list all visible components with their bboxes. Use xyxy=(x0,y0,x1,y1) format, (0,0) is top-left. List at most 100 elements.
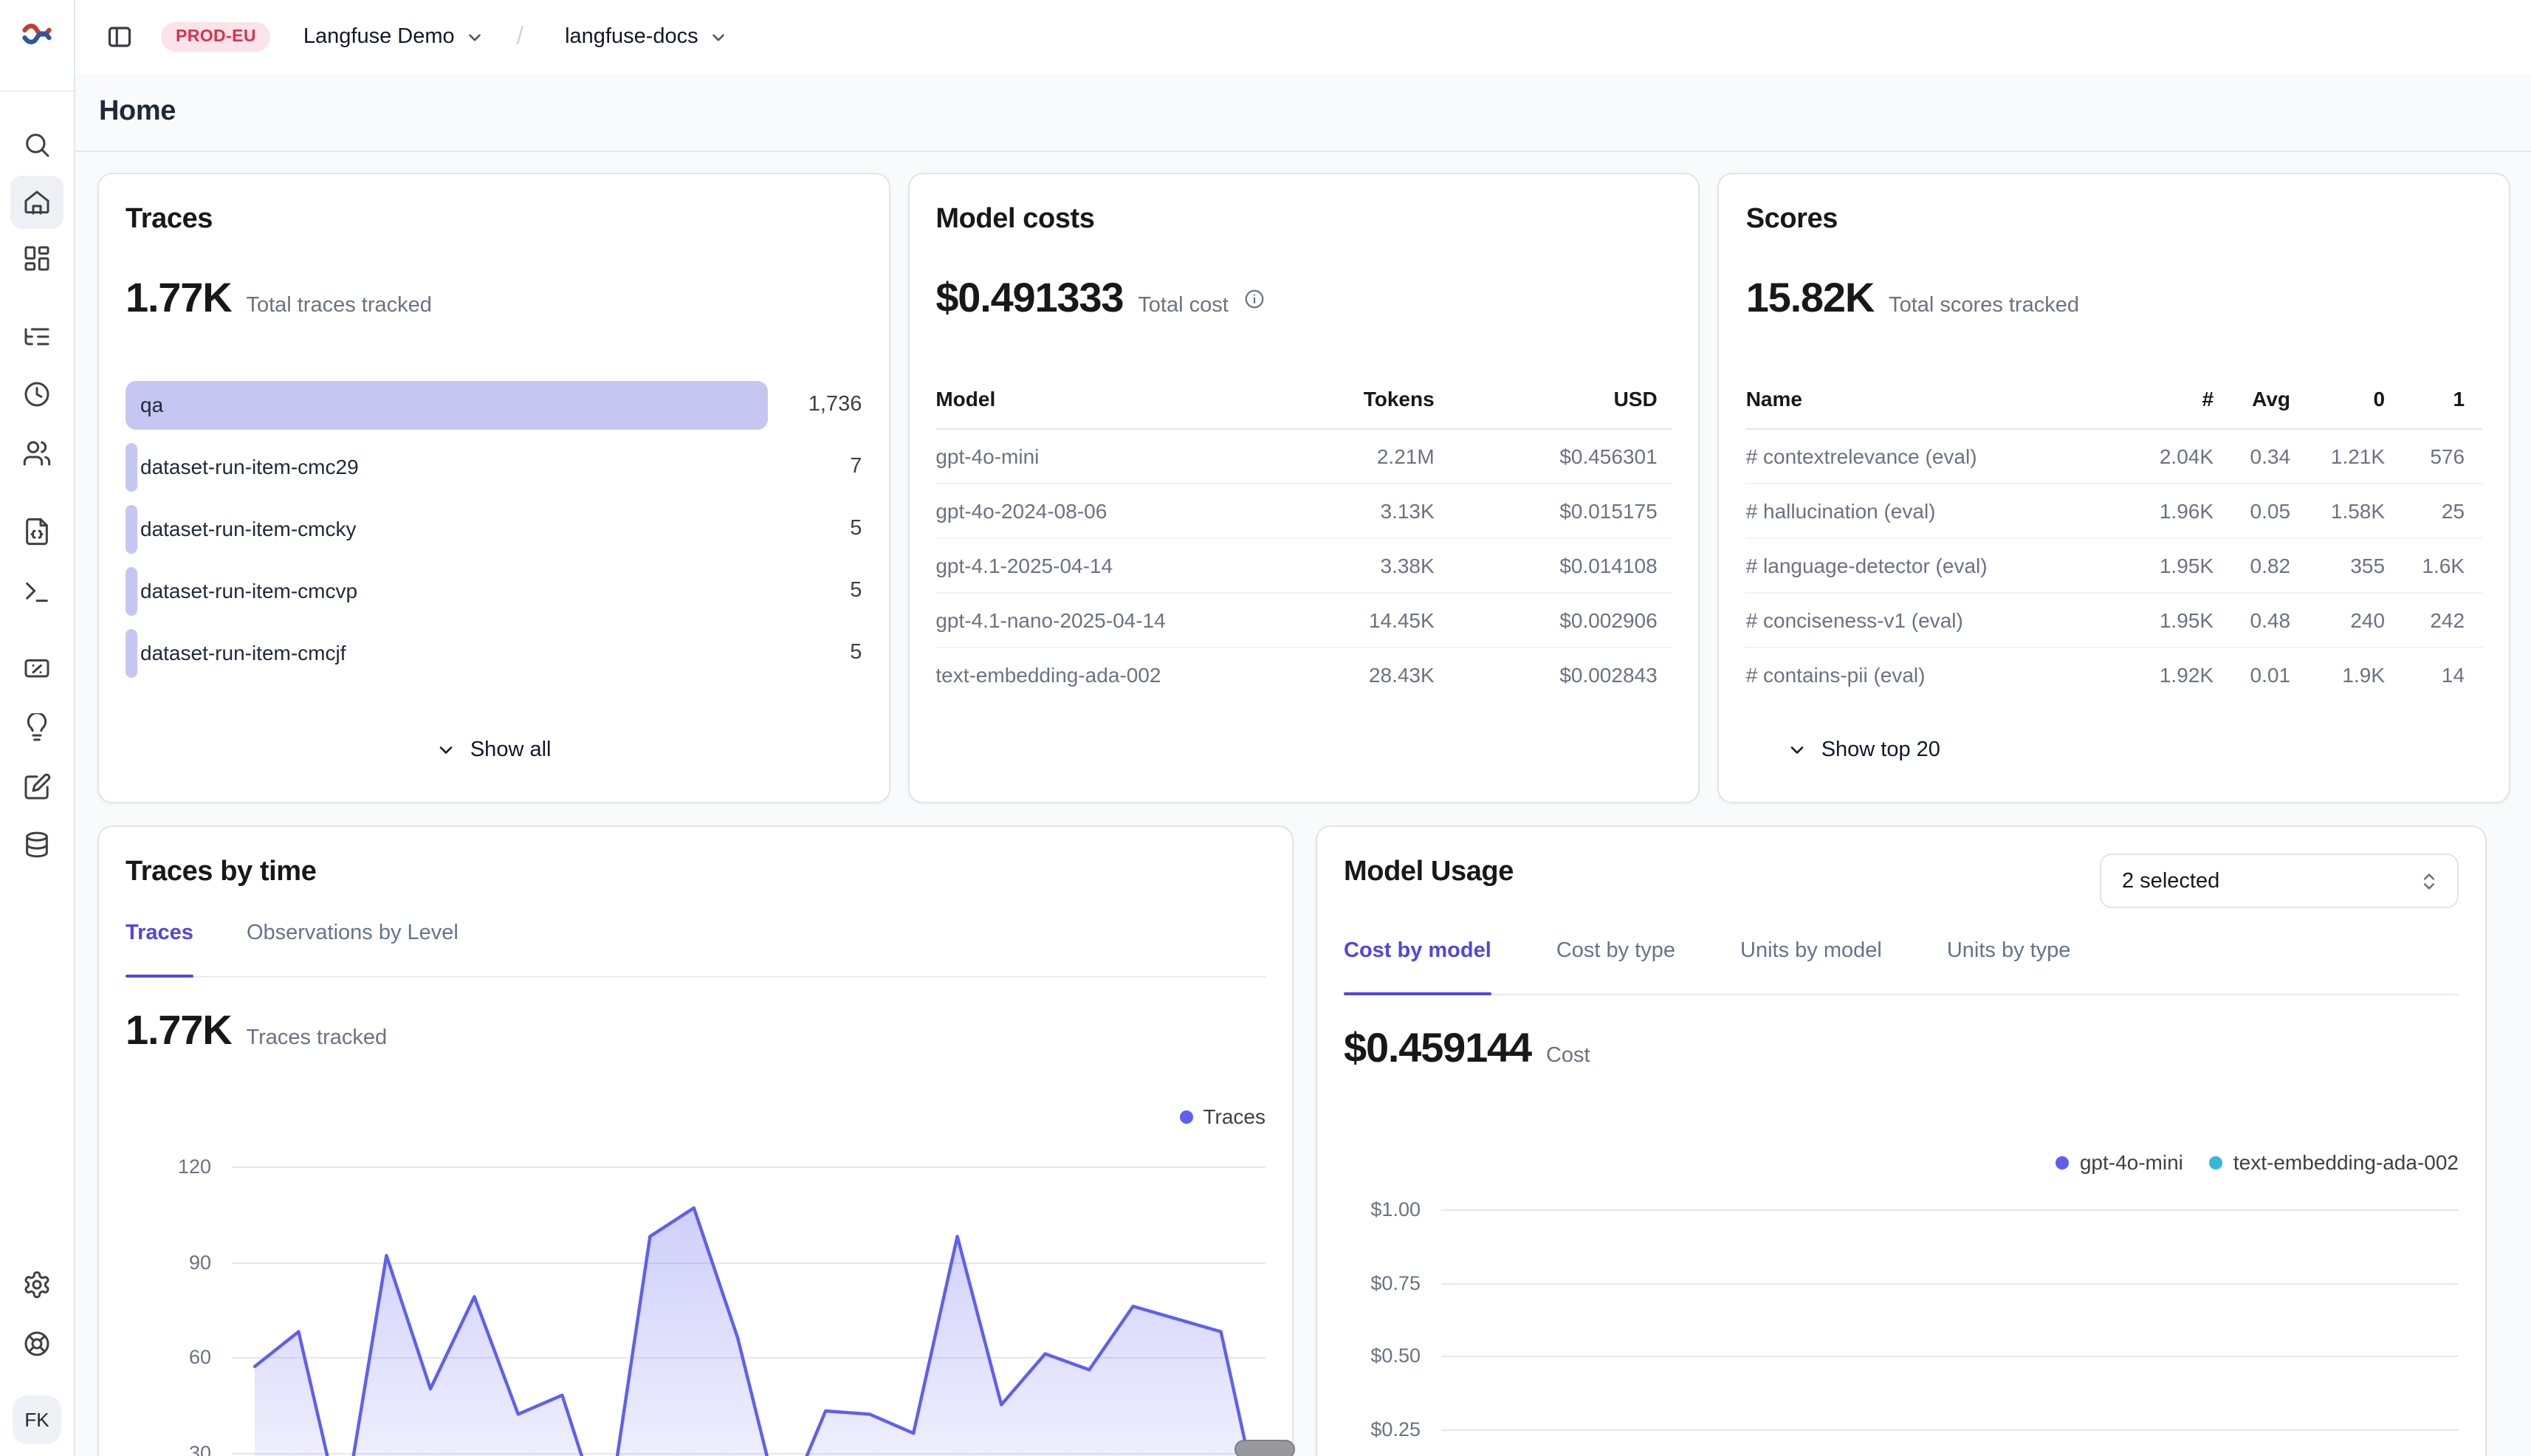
traces-list-item[interactable]: dataset-run-item-cmcky5 xyxy=(126,505,862,554)
gridline xyxy=(1441,1282,2459,1284)
tab-cost-by-type[interactable]: Cost by type xyxy=(1556,939,1675,994)
traces-list-item[interactable]: dataset-run-item-cmc297 xyxy=(126,443,862,492)
scores-total-label: Total scores tracked xyxy=(1889,294,2079,317)
model-costs-card: Model costs $0.491333 Total cost ModelTo… xyxy=(907,173,1700,803)
sidebar-item-evals[interactable] xyxy=(10,642,63,696)
tab-units-by-model[interactable]: Units by model xyxy=(1740,939,1882,994)
column-header: USD xyxy=(1435,387,1672,429)
gridline xyxy=(1441,1209,2459,1211)
column-header: Model xyxy=(935,387,1257,429)
sidebar-item-settings[interactable] xyxy=(10,1258,63,1311)
org-switcher[interactable]: Langfuse Demo xyxy=(295,24,493,50)
table-cell: # language-detector (eval) xyxy=(1746,538,2128,593)
sidebar-item-prompts[interactable] xyxy=(10,505,63,558)
y-axis-tick: 30 xyxy=(126,1441,211,1456)
trace-bar xyxy=(126,629,137,678)
table-cell: 2.21M xyxy=(1257,429,1435,484)
table-cell: 0.01 xyxy=(2214,648,2290,702)
table-row: gpt-4o-mini2.21M$0.456301 xyxy=(935,429,1672,484)
sidebar-item-search[interactable] xyxy=(10,118,63,171)
sidebar-item-playground[interactable] xyxy=(10,566,63,619)
model-usage-card: Model Usage 2 selected Cost by modelCost… xyxy=(1316,825,2487,1456)
scores-total-value: 15.82K xyxy=(1746,275,1874,322)
settings-icon xyxy=(22,1270,52,1299)
y-axis-tick: 120 xyxy=(126,1155,211,1178)
table-cell: 1.58K xyxy=(2290,484,2385,538)
sidebar-item-home[interactable] xyxy=(10,176,63,229)
traces-tracked-label: Traces tracked xyxy=(246,1026,387,1050)
traces-list-item[interactable]: qa1,736 xyxy=(126,381,862,430)
traces-area-chart xyxy=(232,1087,1268,1456)
traces-list-item[interactable]: dataset-run-item-cmcvp 5 xyxy=(126,567,862,616)
table-cell: 28.43K xyxy=(1257,648,1435,702)
project-switcher[interactable]: langfuse-docs xyxy=(556,24,737,50)
model-selector[interactable]: 2 selected xyxy=(2100,854,2459,908)
legend-item: text-embedding-ada-002 xyxy=(2210,1150,2459,1174)
table-cell: # hallucination (eval) xyxy=(1746,484,2128,538)
sidebar-toggle-button[interactable] xyxy=(99,16,140,58)
card-title: Model costs xyxy=(935,204,1672,236)
trace-bar xyxy=(126,567,137,616)
table-cell: 355 xyxy=(2290,538,2385,593)
y-axis-tick: $0.25 xyxy=(1344,1418,1421,1440)
trace-count: 5 xyxy=(773,567,862,616)
horizontal-scrollbar-thumb[interactable] xyxy=(1234,1440,1295,1456)
topbar: PROD-EU Langfuse Demo / langfuse-docs xyxy=(75,0,2531,74)
model-usage-tabs: Cost by model Cost by type Units by model U… xyxy=(1344,939,2459,995)
table-row: # hallucination (eval)1.96K0.051.58K25 xyxy=(1746,484,2482,538)
total-cost-label: Total cost xyxy=(1138,294,1229,317)
chevron-down-icon xyxy=(1788,740,1808,760)
trace-name: dataset-run-item-cmc29 xyxy=(140,443,359,492)
trace-count: 5 xyxy=(773,629,862,678)
card-title: Traces xyxy=(126,204,862,236)
table-cell: # contains-pii (eval) xyxy=(1746,648,2128,702)
show-top-20-button[interactable]: Show top 20 xyxy=(1779,737,1949,763)
content: Traces 1.77K Total traces tracked qa1,73… xyxy=(75,152,2531,1456)
trace-bar xyxy=(126,443,137,492)
y-axis-tick: $0.50 xyxy=(1344,1345,1421,1367)
chevron-down-icon xyxy=(465,27,484,47)
tab-units-by-type[interactable]: Units by type xyxy=(1947,939,2071,994)
sidebar-item-dashboards[interactable] xyxy=(10,232,63,285)
sidebar-item-support[interactable] xyxy=(10,1317,63,1370)
column-header: Tokens xyxy=(1257,387,1435,429)
chevrons-up-down-icon xyxy=(2419,870,2439,891)
scores-table: Name#Avg01# contextrelevance (eval)2.04K… xyxy=(1746,387,2482,702)
info-icon[interactable] xyxy=(1243,287,1266,309)
table-row: # contains-pii (eval)1.92K0.011.9K14 xyxy=(1746,648,2482,702)
table-cell: 576 xyxy=(2385,429,2482,484)
home-icon xyxy=(22,188,52,217)
model-costs-table: ModelTokensUSDgpt-4o-mini2.21M$0.456301g… xyxy=(935,387,1672,702)
sidebar-item-insights[interactable] xyxy=(10,701,63,755)
sidebar-item-annotation[interactable] xyxy=(10,760,63,814)
table-row: gpt-4.1-2025-04-143.38K$0.014108 xyxy=(935,538,1672,593)
sidebar-item-tracing[interactable] xyxy=(10,310,63,363)
tab-cost-by-model[interactable]: Cost by model xyxy=(1344,939,1491,994)
show-all-button[interactable]: Show all xyxy=(99,737,888,763)
table-cell: gpt-4.1-2025-04-14 xyxy=(935,538,1257,593)
avatar[interactable]: FK xyxy=(13,1395,61,1444)
org-name: Langfuse Demo xyxy=(303,25,455,49)
table-cell: $0.015175 xyxy=(1435,484,1672,538)
trace-name: dataset-run-item-cmcvp xyxy=(140,567,357,616)
trace-bar xyxy=(126,381,767,430)
environment-badge[interactable]: PROD-EU xyxy=(161,22,271,52)
table-cell: 1.95K xyxy=(2128,593,2214,648)
traces-list-item[interactable]: dataset-run-item-cmcjf5 xyxy=(126,629,862,678)
project-name: langfuse-docs xyxy=(565,25,698,49)
annotation-icon xyxy=(22,772,52,802)
total-cost-value: $0.491333 xyxy=(935,275,1123,322)
tab-traces[interactable]: Traces xyxy=(126,921,193,976)
sidebar-item-sessions[interactable] xyxy=(10,368,63,421)
sidebar-item-datasets[interactable] xyxy=(10,818,63,871)
tab-observations-by-level[interactable]: Observations by Level xyxy=(247,921,459,976)
usage-cost-label: Cost xyxy=(1546,1044,1590,1068)
sidebar-item-users[interactable] xyxy=(10,427,63,480)
table-cell: # contextrelevance (eval) xyxy=(1746,429,2128,484)
trace-count: 1,736 xyxy=(773,381,862,430)
table-row: # contextrelevance (eval)2.04K0.341.21K5… xyxy=(1746,429,2482,484)
langfuse-logo-icon xyxy=(21,18,53,50)
table-cell: 25 xyxy=(2385,484,2482,538)
table-cell: 1.6K xyxy=(2385,538,2482,593)
table-row: gpt-4o-2024-08-063.13K$0.015175 xyxy=(935,484,1672,538)
